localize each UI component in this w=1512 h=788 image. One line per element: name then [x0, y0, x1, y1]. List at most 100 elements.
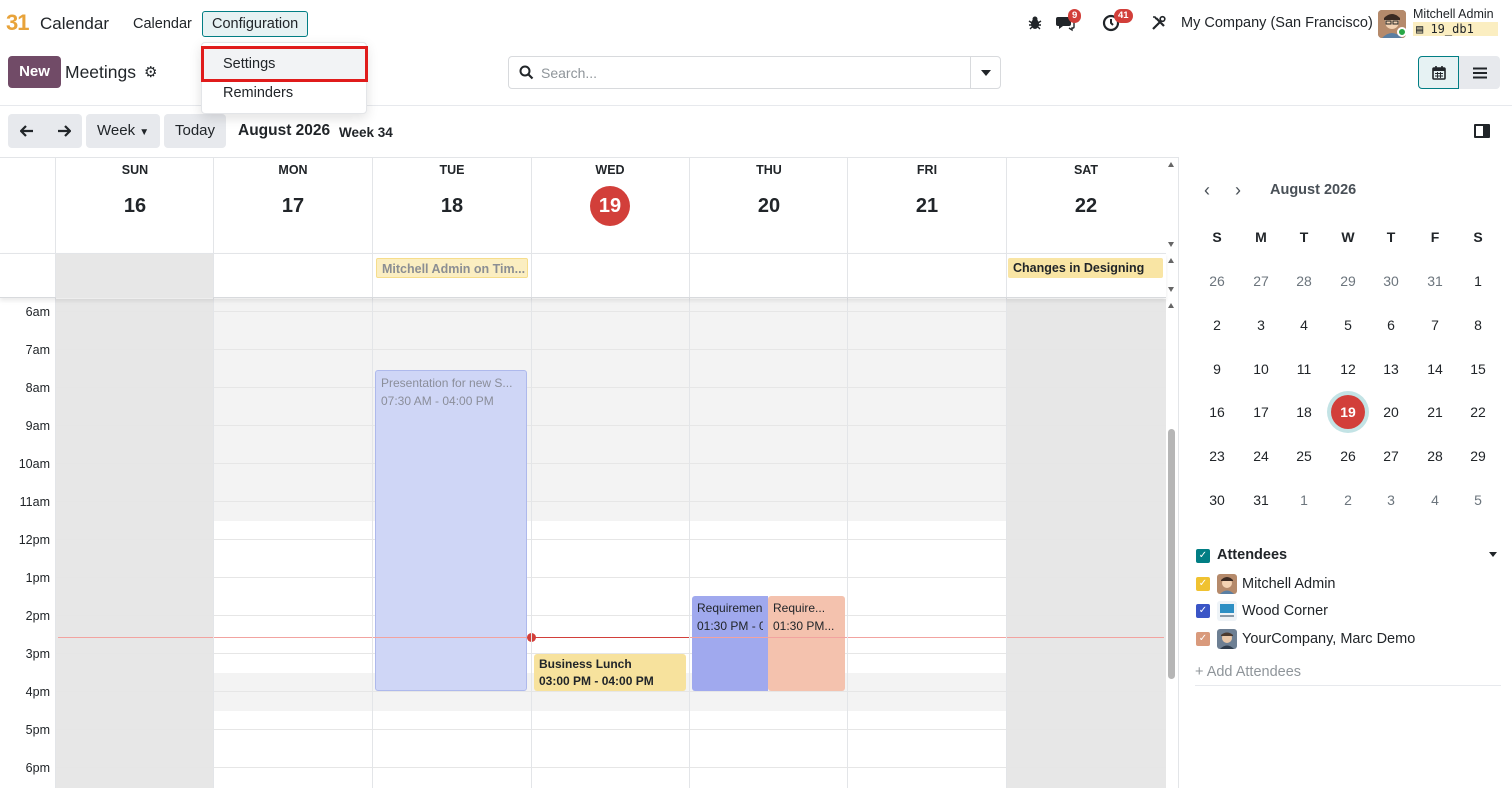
mini-calendar-day[interactable]: 3 [1239, 309, 1283, 341]
event-requirements-1[interactable]: Requiremen 01:30 PM - 04 [692, 596, 768, 691]
mini-calendar-day[interactable]: 5 [1456, 484, 1500, 516]
mini-calendar-day[interactable]: 27 [1369, 440, 1413, 472]
messages-icon[interactable]: 9 [1054, 9, 1082, 34]
day-header-tue[interactable]: TUE 18 [373, 158, 531, 253]
mini-calendar-day[interactable]: 31 [1413, 265, 1457, 297]
scroll-up-arrow-icon[interactable] [1168, 162, 1174, 167]
mini-calendar-day[interactable]: 28 [1282, 265, 1326, 297]
mini-calendar-day[interactable]: 26 [1195, 265, 1239, 297]
mini-calendar-day[interactable]: 1 [1456, 265, 1500, 297]
attendee-item[interactable]: ✓ Mitchell Admin [1195, 573, 1501, 595]
mini-calendar-day[interactable]: 30 [1195, 484, 1239, 516]
attendee-checkbox[interactable]: ✓ [1196, 632, 1210, 646]
day-header-mon[interactable]: MON 17 [214, 158, 372, 253]
mini-calendar-day[interactable]: 11 [1282, 353, 1326, 385]
attendee-item[interactable]: ✓ YourCompany, Marc Demo [1195, 628, 1501, 650]
attendees-all-checkbox[interactable]: ✓ [1196, 549, 1210, 563]
attendee-checkbox[interactable]: ✓ [1196, 577, 1210, 591]
mini-calendar-day[interactable]: 2 [1326, 484, 1370, 516]
sidebar-toggle-icon[interactable] [1474, 124, 1490, 138]
search-options-toggle[interactable] [970, 57, 1000, 88]
mini-calendar-day[interactable]: 8 [1456, 309, 1500, 341]
event-requirements-2[interactable]: Require... 01:30 PM... [768, 596, 845, 691]
mini-calendar-day[interactable]: 24 [1239, 440, 1283, 472]
day-header-sun[interactable]: SUN 16 [56, 158, 214, 253]
mini-calendar-day[interactable]: 23 [1195, 440, 1239, 472]
mini-calendar-prev-icon[interactable]: ‹ [1204, 181, 1220, 200]
event-presentation[interactable]: Presentation for new S... 07:30 AM - 04:… [375, 370, 527, 691]
day-header-fri[interactable]: FRI 21 [848, 158, 1006, 253]
mini-calendar-day[interactable]: 4 [1413, 484, 1457, 516]
mini-calendar-day[interactable]: 16 [1195, 396, 1239, 428]
calendar-app-logo[interactable]: 31 [6, 10, 30, 36]
attendee-checkbox[interactable]: ✓ [1196, 604, 1210, 618]
mini-calendar-day[interactable]: 15 [1456, 353, 1500, 385]
all-day-event-designing[interactable]: Changes in Designing [1008, 258, 1163, 278]
mini-calendar-day[interactable]: 1 [1282, 484, 1326, 516]
scroll-down-arrow-icon[interactable] [1168, 287, 1174, 292]
header-scrollbar[interactable] [1166, 158, 1178, 298]
tools-icon[interactable] [1148, 12, 1170, 34]
gear-icon[interactable]: ⚙ [144, 63, 157, 81]
add-attendees-link[interactable]: + Add Attendees [1195, 664, 1301, 680]
mini-calendar-day[interactable]: 4 [1282, 309, 1326, 341]
mini-calendar-day[interactable]: 2 [1195, 309, 1239, 341]
attendee-item[interactable]: ✓ Wood Corner [1195, 600, 1501, 622]
menu-configuration[interactable]: Configuration [202, 11, 309, 37]
mini-calendar-day[interactable]: 3 [1369, 484, 1413, 516]
scroll-up-arrow-icon[interactable] [1168, 303, 1174, 308]
app-name[interactable]: Calendar [40, 14, 109, 34]
mini-calendar-day[interactable]: 29 [1326, 265, 1370, 297]
scroll-down-arrow-icon[interactable] [1168, 242, 1174, 247]
mini-calendar-day[interactable]: 31 [1239, 484, 1283, 516]
mini-calendar-day[interactable]: 6 [1369, 309, 1413, 341]
mini-calendar-day[interactable]: 5 [1326, 309, 1370, 341]
menu-calendar[interactable]: Calendar [123, 11, 202, 37]
hour-label: 5pm [25, 723, 50, 737]
mini-calendar-next-icon[interactable]: › [1235, 181, 1251, 200]
scroll-up-arrow-icon[interactable] [1168, 258, 1174, 263]
menu-item-settings[interactable]: Settings [201, 46, 368, 82]
time-grid-scrollbar[interactable] [1166, 299, 1178, 788]
mini-calendar-title: August 2026 [1270, 182, 1357, 198]
mini-calendar-today[interactable]: 19 [1326, 395, 1370, 429]
event-business-lunch[interactable]: Business Lunch 03:00 PM - 04:00 PM [534, 654, 686, 691]
user-name[interactable]: Mitchell Admin [1413, 7, 1494, 21]
mini-calendar-day[interactable]: 18 [1282, 396, 1326, 428]
next-period-button[interactable] [45, 114, 82, 148]
mini-calendar-day[interactable]: 25 [1282, 440, 1326, 472]
company-switcher[interactable]: My Company (San Francisco) [1181, 15, 1373, 31]
mini-calendar-day[interactable]: 10 [1239, 353, 1283, 385]
calendar-view-button[interactable] [1418, 56, 1459, 89]
mini-calendar-day[interactable]: 14 [1413, 353, 1457, 385]
mini-calendar-day[interactable]: 26 [1326, 440, 1370, 472]
mini-calendar-day[interactable]: 7 [1413, 309, 1457, 341]
mini-calendar-day[interactable]: 17 [1239, 396, 1283, 428]
day-header-wed[interactable]: WED 19 [531, 158, 689, 253]
mini-calendar-day[interactable]: 22 [1456, 396, 1500, 428]
search-input[interactable] [541, 57, 971, 88]
previous-period-button[interactable] [8, 114, 45, 148]
activities-clock-icon[interactable]: 41 [1100, 9, 1133, 34]
menu-item-reminders[interactable]: Reminders [202, 79, 366, 107]
day-header-sat[interactable]: SAT 22 [1007, 158, 1165, 253]
today-button[interactable]: Today [164, 114, 226, 148]
new-button[interactable]: New [8, 56, 61, 88]
mini-calendar-day[interactable]: 9 [1195, 353, 1239, 385]
scrollbar-thumb[interactable] [1168, 429, 1175, 679]
day-header-thu[interactable]: THU 20 [690, 158, 848, 253]
scale-dropdown-button[interactable]: Week ▼ [86, 114, 160, 148]
mini-calendar-day[interactable]: 30 [1369, 265, 1413, 297]
mini-calendar-day[interactable]: 21 [1413, 396, 1457, 428]
all-day-event-time-off[interactable]: Mitchell Admin on Tim... [376, 258, 528, 278]
mini-calendar-day[interactable]: 27 [1239, 265, 1283, 297]
mini-calendar-day[interactable]: 28 [1413, 440, 1457, 472]
caret-down-icon[interactable] [1489, 552, 1497, 557]
list-view-button[interactable] [1459, 56, 1500, 89]
mini-calendar-day[interactable]: 29 [1456, 440, 1500, 472]
attendees-section-header[interactable]: ✓ Attendees [1195, 546, 1501, 566]
mini-calendar-day[interactable]: 12 [1326, 353, 1370, 385]
mini-calendar-day[interactable]: 13 [1369, 353, 1413, 385]
mini-calendar-day[interactable]: 20 [1369, 396, 1413, 428]
debug-bug-icon[interactable] [1024, 12, 1046, 34]
